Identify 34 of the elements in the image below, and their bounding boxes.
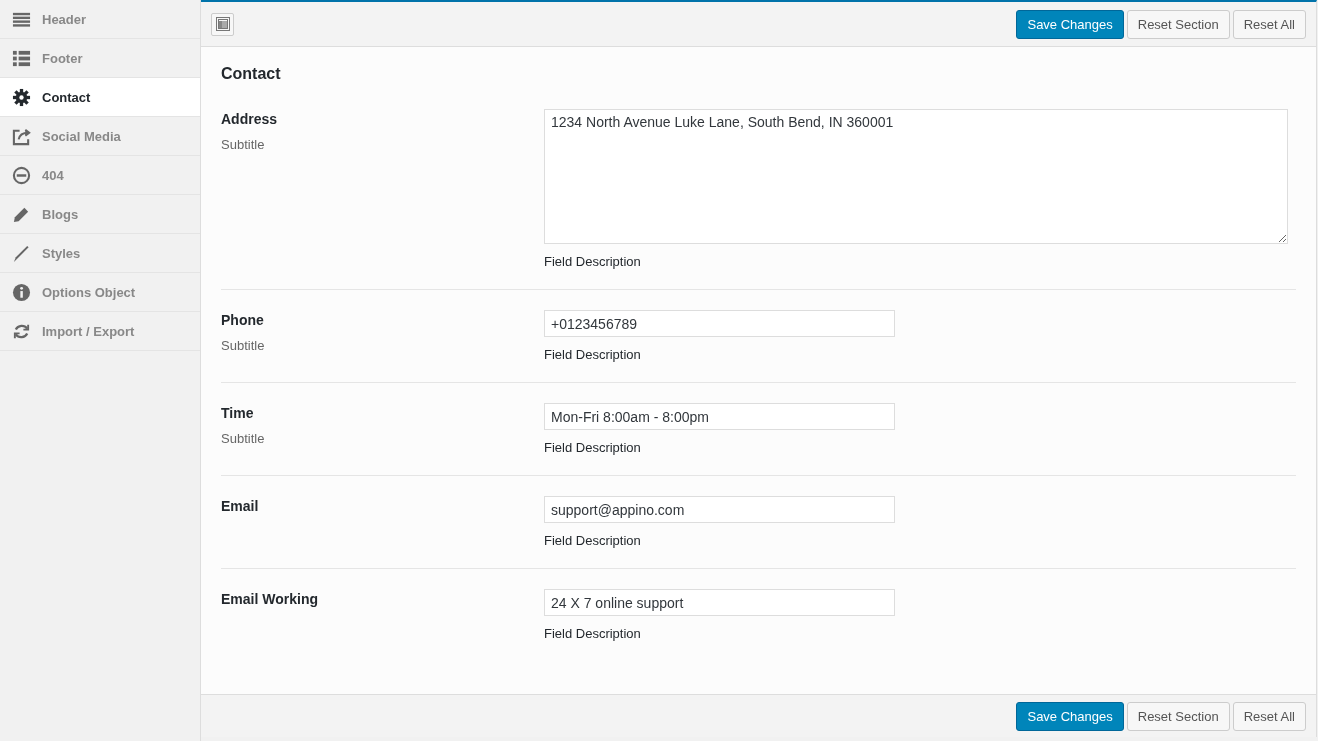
- text-input[interactable]: 24 X 7 online support: [544, 589, 895, 616]
- field-label: Time: [221, 405, 255, 421]
- field-description: Field Description: [544, 626, 642, 641]
- sidebar-item[interactable]: Contact: [0, 78, 200, 117]
- info-icon: [12, 282, 31, 302]
- field-description: Field Description: [544, 440, 642, 455]
- section-title: Contact: [221, 65, 282, 83]
- reset-button[interactable]: Reset All: [1232, 9, 1306, 39]
- reset-button[interactable]: Reset Section: [1126, 9, 1230, 39]
- field-subtitle: Subtitle: [221, 431, 266, 446]
- field-label: Email: [221, 498, 260, 514]
- field-subtitle: Subtitle: [221, 137, 266, 152]
- list-icon: [12, 48, 31, 68]
- text-input[interactable]: +0123456789: [544, 310, 895, 337]
- brush-icon: [12, 243, 31, 263]
- field-label: Phone: [221, 312, 265, 328]
- address-textarea[interactable]: 1234 North Avenue Luke Lane, South Bend, IN 360001: [544, 109, 1288, 244]
- layout-toggle-button[interactable]: [211, 12, 234, 36]
- minus-circle-icon: [12, 165, 31, 185]
- save-button[interactable]: Save Changes: [1016, 9, 1124, 39]
- field-label: Address: [221, 111, 279, 127]
- share-icon: [12, 126, 31, 146]
- field-description: Field Description: [544, 254, 642, 269]
- gear-icon: [12, 87, 31, 107]
- field-description: Field Description: [544, 347, 642, 362]
- reset-button[interactable]: Reset Section: [1126, 701, 1230, 731]
- save-button[interactable]: Save Changes: [1016, 701, 1124, 731]
- field-subtitle: Subtitle: [221, 338, 266, 353]
- field-description: Field Description: [544, 533, 642, 548]
- field-label: Email Working: [221, 591, 319, 607]
- reset-button[interactable]: Reset All: [1232, 701, 1306, 731]
- text-input[interactable]: support@appino.com: [544, 496, 895, 523]
- layout-icon: [215, 17, 230, 31]
- text-input[interactable]: Mon-Fri 8:00am - 8:00pm: [544, 403, 895, 430]
